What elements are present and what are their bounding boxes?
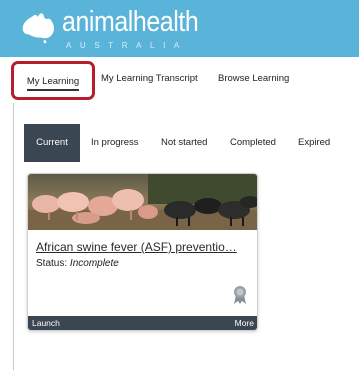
nav-my-learning-label: My Learning: [26, 75, 80, 91]
course-title-link[interactable]: African swine fever (ASF) preventio…: [36, 240, 251, 254]
tab-in-progress[interactable]: In progress: [91, 124, 139, 162]
australia-map-logo-icon: [22, 13, 55, 44]
more-button[interactable]: More: [235, 316, 254, 330]
brand-logo-subtext: AUSTRALIA: [66, 41, 188, 50]
nav-my-learning-transcript[interactable]: My Learning Transcript: [101, 57, 198, 103]
award-ribbon-icon: [234, 286, 246, 304]
course-status-value: Incomplete: [69, 258, 119, 269]
site-header: animalhealth AUSTRALIA: [0, 0, 359, 57]
brand-logo-text: animalhealth: [62, 6, 199, 38]
content-divider: [13, 103, 14, 370]
course-status-label: Status:: [36, 258, 68, 269]
tab-expired[interactable]: Expired: [298, 124, 330, 162]
nav-browse-learning[interactable]: Browse Learning: [218, 57, 289, 103]
course-thumbnail-image[interactable]: [28, 174, 258, 230]
tab-current[interactable]: Current: [24, 124, 80, 162]
launch-button[interactable]: Launch: [32, 316, 60, 330]
tab-completed[interactable]: Completed: [230, 124, 276, 162]
course-card[interactable]: African swine fever (ASF) preventio… Sta…: [27, 173, 258, 331]
nav-my-learning[interactable]: My Learning: [11, 61, 95, 100]
course-status: Status: Incomplete: [36, 258, 119, 269]
course-card-footer: Launch More: [28, 316, 257, 330]
tab-not-started[interactable]: Not started: [161, 124, 207, 162]
main-nav: My Learning My Learning Transcript Brows…: [0, 57, 359, 103]
